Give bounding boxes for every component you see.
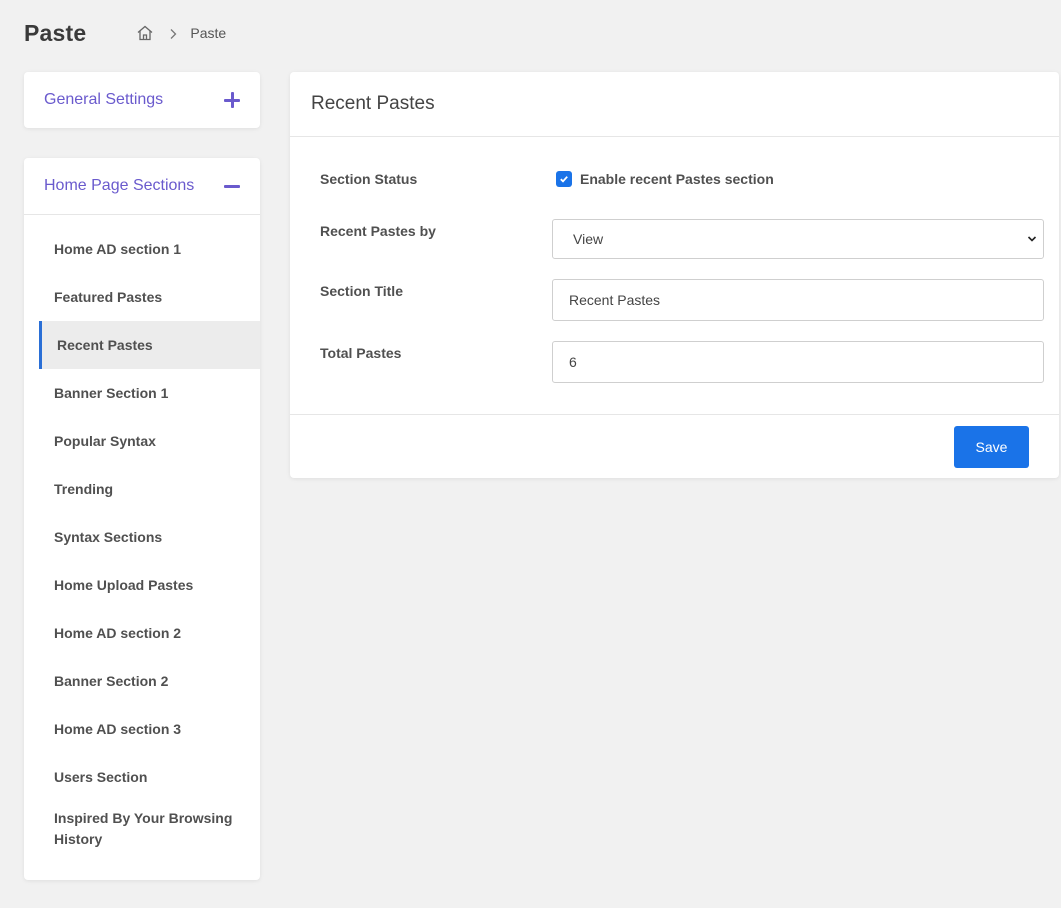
chevron-right-icon [168,27,178,39]
enable-section-checkbox[interactable] [556,171,572,187]
total-pastes-input[interactable]: 6 [552,341,1044,383]
panel-footer: Save [290,415,1059,477]
page-header: Paste Paste [24,18,226,48]
sidebar-item-featured-pastes[interactable]: Featured Pastes [24,273,260,321]
enable-section-checkbox-label[interactable]: Enable recent Pastes section [580,171,774,187]
recent-pastes-by-value: View [573,231,604,247]
plus-icon [224,92,240,108]
sidebar-item-banner-section-1[interactable]: Banner Section 1 [24,369,260,417]
recent-pastes-panel: Recent Pastes Section Status Enable rece… [290,72,1059,478]
settings-form: Section Status Enable recent Pastes sect… [290,137,1059,415]
sidebar-item-recent-pastes[interactable]: Recent Pastes [39,321,260,369]
general-settings-toggle[interactable]: General Settings [24,72,260,128]
panel-title: Recent Pastes [311,93,435,114]
breadcrumb: Paste [136,24,226,42]
sidebar-item-home-ad-section-3[interactable]: Home AD section 3 [24,705,260,753]
recent-pastes-by-select[interactable]: View [552,219,1044,259]
home-page-sections-title: Home Page Sections [44,177,195,194]
section-status-label: Section Status [320,171,418,187]
chevron-down-icon [1027,236,1037,242]
sidebar-item-home-ad-section-1[interactable]: Home AD section 1 [24,225,260,273]
total-pastes-label: Total Pastes [320,345,402,361]
sidebar-item-trending[interactable]: Trending [24,465,260,513]
home-icon[interactable] [136,24,154,42]
breadcrumb-current: Paste [190,25,227,41]
sidebar-item-users-section[interactable]: Users Section [24,753,260,801]
recent-pastes-by-label: Recent Pastes by [320,223,436,239]
home-page-sections-card: Home Page Sections Home AD section 1 Fea… [24,158,260,880]
sidebar-item-syntax-sections[interactable]: Syntax Sections [24,513,260,561]
panel-header: Recent Pastes [290,72,1059,137]
minus-icon [224,178,240,194]
sidebar-item-inspired-by-browsing-history[interactable]: Inspired By Your Browsing History [24,801,260,867]
sidebar-item-home-ad-section-2[interactable]: Home AD section 2 [24,609,260,657]
home-page-sections-list: Home AD section 1 Featured Pastes Recent… [24,215,260,867]
home-page-sections-toggle[interactable]: Home Page Sections [24,158,260,215]
sidebar-item-popular-syntax[interactable]: Popular Syntax [24,417,260,465]
section-title-input[interactable]: Recent Pastes [552,279,1044,321]
save-button[interactable]: Save [954,426,1029,468]
general-settings-card: General Settings [24,72,260,128]
general-settings-title: General Settings [44,91,164,108]
check-icon [560,176,568,183]
section-title-label: Section Title [320,283,403,299]
sidebar-item-home-upload-pastes[interactable]: Home Upload Pastes [24,561,260,609]
sidebar-item-banner-section-2[interactable]: Banner Section 2 [24,657,260,705]
page-title: Paste [24,19,87,46]
enable-section-row: Enable recent Pastes section [552,171,1044,187]
